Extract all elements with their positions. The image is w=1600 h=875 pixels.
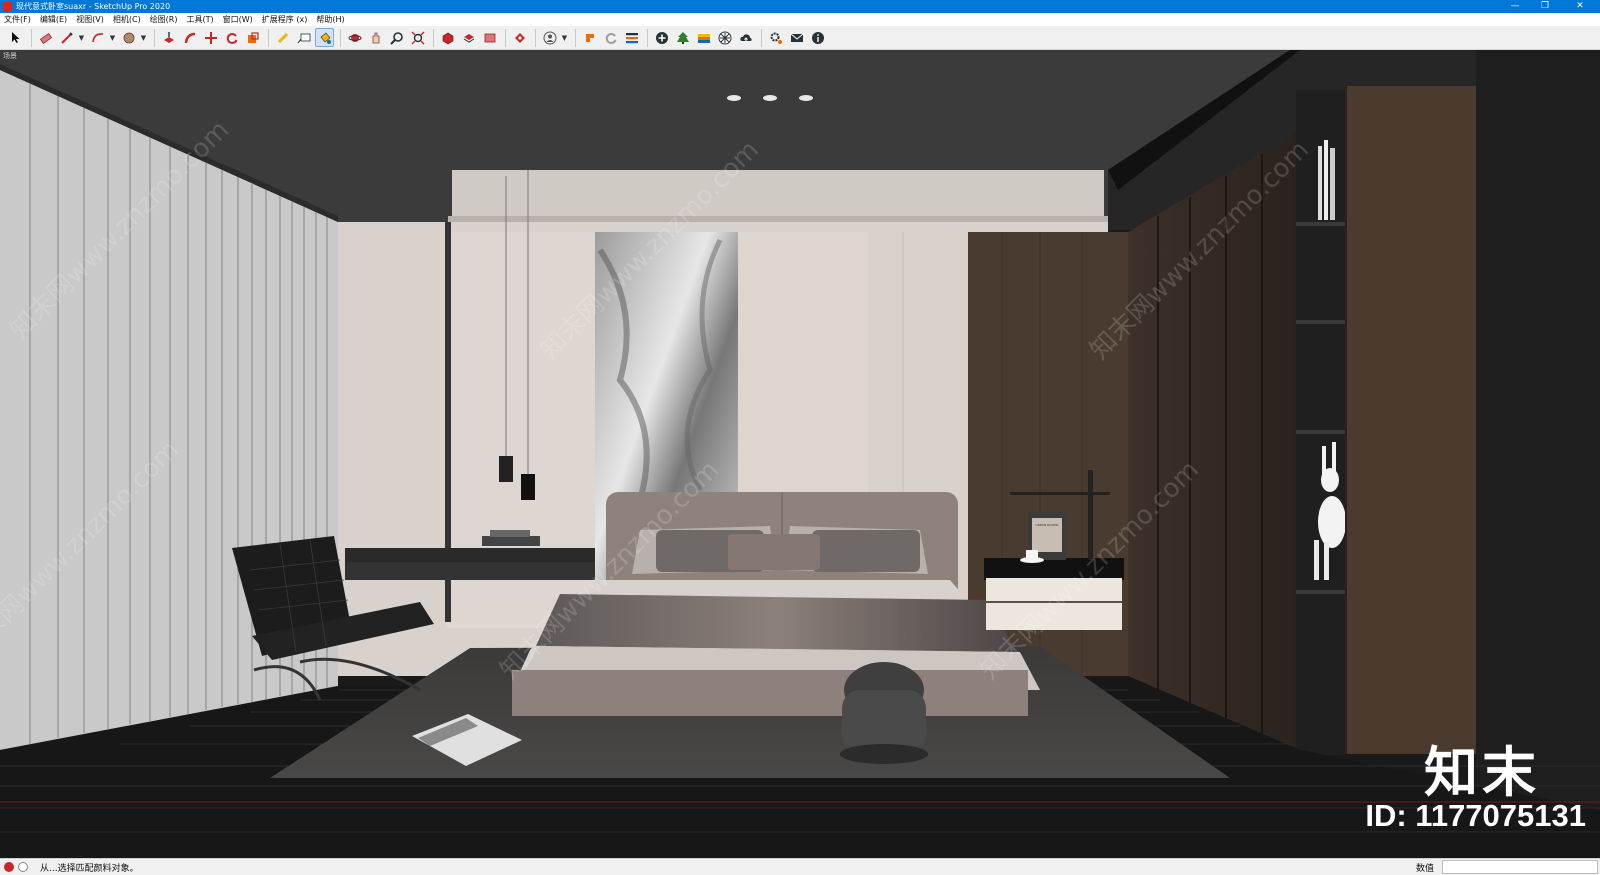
paint-bucket-icon[interactable] (315, 28, 334, 47)
watermark-logo: 知末 (1424, 741, 1540, 804)
tape-measure-icon[interactable] (273, 28, 292, 47)
menu-camera[interactable]: 相机(C) (113, 13, 141, 26)
arc-dropdown[interactable]: ▼ (109, 28, 116, 47)
info-status-icon[interactable] (18, 862, 28, 872)
ceiling-bulkhead (452, 170, 1104, 218)
menu-window[interactable]: 窗口(W) (223, 13, 253, 26)
eraser-icon[interactable] (36, 28, 55, 47)
refresh-icon[interactable] (601, 28, 620, 47)
text-icon[interactable] (294, 28, 313, 47)
extension-icon[interactable] (580, 28, 599, 47)
settings-icon[interactable] (766, 28, 785, 47)
toolbar-separator (268, 28, 269, 47)
status-bar: 从...选择匹配颜料对象。 数值 (0, 858, 1600, 875)
toolbar-separator (505, 28, 506, 47)
rotate-icon[interactable] (222, 28, 241, 47)
toolbar-separator (433, 28, 434, 47)
book-stack (482, 536, 540, 546)
select-icon[interactable] (6, 28, 25, 47)
menu-file[interactable]: 文件(F) (4, 13, 31, 26)
close-button[interactable]: ✕ (1560, 0, 1600, 13)
model-viewport[interactable]: 场景 URBAN ROOMS 知末网www.znzmo.com 知末网www.z… (0, 50, 1600, 858)
sandbox-icon[interactable] (673, 28, 692, 47)
scene-tab-label[interactable]: 场景 (3, 51, 17, 61)
watermark-id: ID: 1177075131 (1365, 798, 1586, 833)
menu-extensions[interactable]: 扩展程序 (x) (262, 13, 308, 26)
ceiling-light (727, 95, 741, 101)
minimize-button[interactable]: — (1500, 0, 1530, 13)
scale-icon[interactable] (243, 28, 262, 47)
layers-icon[interactable] (622, 28, 641, 47)
menu-help[interactable]: 帮助(H) (316, 13, 344, 26)
account-icon[interactable] (540, 28, 559, 47)
measurements-input[interactable] (1442, 860, 1598, 874)
toolbar-separator (575, 28, 576, 47)
toolbar-separator (535, 28, 536, 47)
pencil-line-icon[interactable] (57, 28, 76, 47)
warehouse-icon[interactable] (510, 28, 529, 47)
ceiling-light (763, 95, 777, 101)
info-icon[interactable] (808, 28, 827, 47)
status-message: 从...选择匹配颜料对象。 (40, 863, 139, 874)
rabbit-figurine (1318, 496, 1346, 548)
wardrobe-door (1346, 86, 1476, 754)
menu-bar: 文件(F) 编辑(E) 视图(V) 相机(C) 绘图(R) 工具(T) 窗口(W… (0, 13, 1600, 26)
bed-base (512, 670, 1028, 716)
pattern-icon[interactable] (715, 28, 734, 47)
pencil-dropdown[interactable]: ▼ (78, 28, 85, 47)
toolbar-separator (31, 28, 32, 47)
add-icon[interactable] (652, 28, 671, 47)
zoom-extents-icon[interactable] (408, 28, 427, 47)
styles-icon[interactable] (480, 28, 499, 47)
menu-draw[interactable]: 绘图(R) (150, 13, 178, 26)
pendant-light (521, 474, 535, 500)
section-icon[interactable] (694, 28, 713, 47)
pouf-stool (840, 662, 928, 764)
title-bar: 现代意式卧室suaxr - SketchUp Pro 2020 — ❐ ✕ (0, 0, 1600, 13)
shape-icon[interactable] (119, 28, 138, 47)
menu-edit[interactable]: 编辑(E) (40, 13, 67, 26)
restore-button[interactable]: ❐ (1530, 0, 1560, 13)
toolbar-separator (647, 28, 648, 47)
toolbar-separator (761, 28, 762, 47)
cloud-upload-icon[interactable] (736, 28, 755, 47)
pendant-light (499, 456, 513, 482)
console-desk (345, 548, 595, 562)
toolbar-separator (154, 28, 155, 47)
orbit-icon[interactable] (345, 28, 364, 47)
account-dropdown[interactable]: ▼ (561, 28, 568, 47)
pan-icon[interactable] (366, 28, 385, 47)
arc-icon[interactable] (88, 28, 107, 47)
mail-icon[interactable] (787, 28, 806, 47)
bedroom-render: URBAN ROOMS (0, 50, 1600, 858)
push-pull-icon[interactable] (159, 28, 178, 47)
bulkhead-edge (448, 216, 1108, 222)
geo-location-icon[interactable] (4, 862, 14, 872)
menu-view[interactable]: 视图(V) (76, 13, 104, 26)
toolbar-separator (340, 28, 341, 47)
move-icon[interactable] (201, 28, 220, 47)
follow-me-icon[interactable] (180, 28, 199, 47)
menu-tools[interactable]: 工具(T) (187, 13, 214, 26)
ceiling-light (799, 95, 813, 101)
main-toolbar: ▼ ▼ ▼ ▼ (0, 26, 1600, 50)
book-cover-title: URBAN ROOMS (1036, 523, 1059, 527)
sketchup-app-icon (3, 2, 12, 11)
window-title: 现代意式卧室suaxr - SketchUp Pro 2020 (16, 2, 171, 11)
measurements-label: 数值 (1415, 863, 1434, 874)
shape-dropdown[interactable]: ▼ (140, 28, 147, 47)
zoom-icon[interactable] (387, 28, 406, 47)
components-icon[interactable] (438, 28, 457, 47)
materials-icon[interactable] (459, 28, 478, 47)
